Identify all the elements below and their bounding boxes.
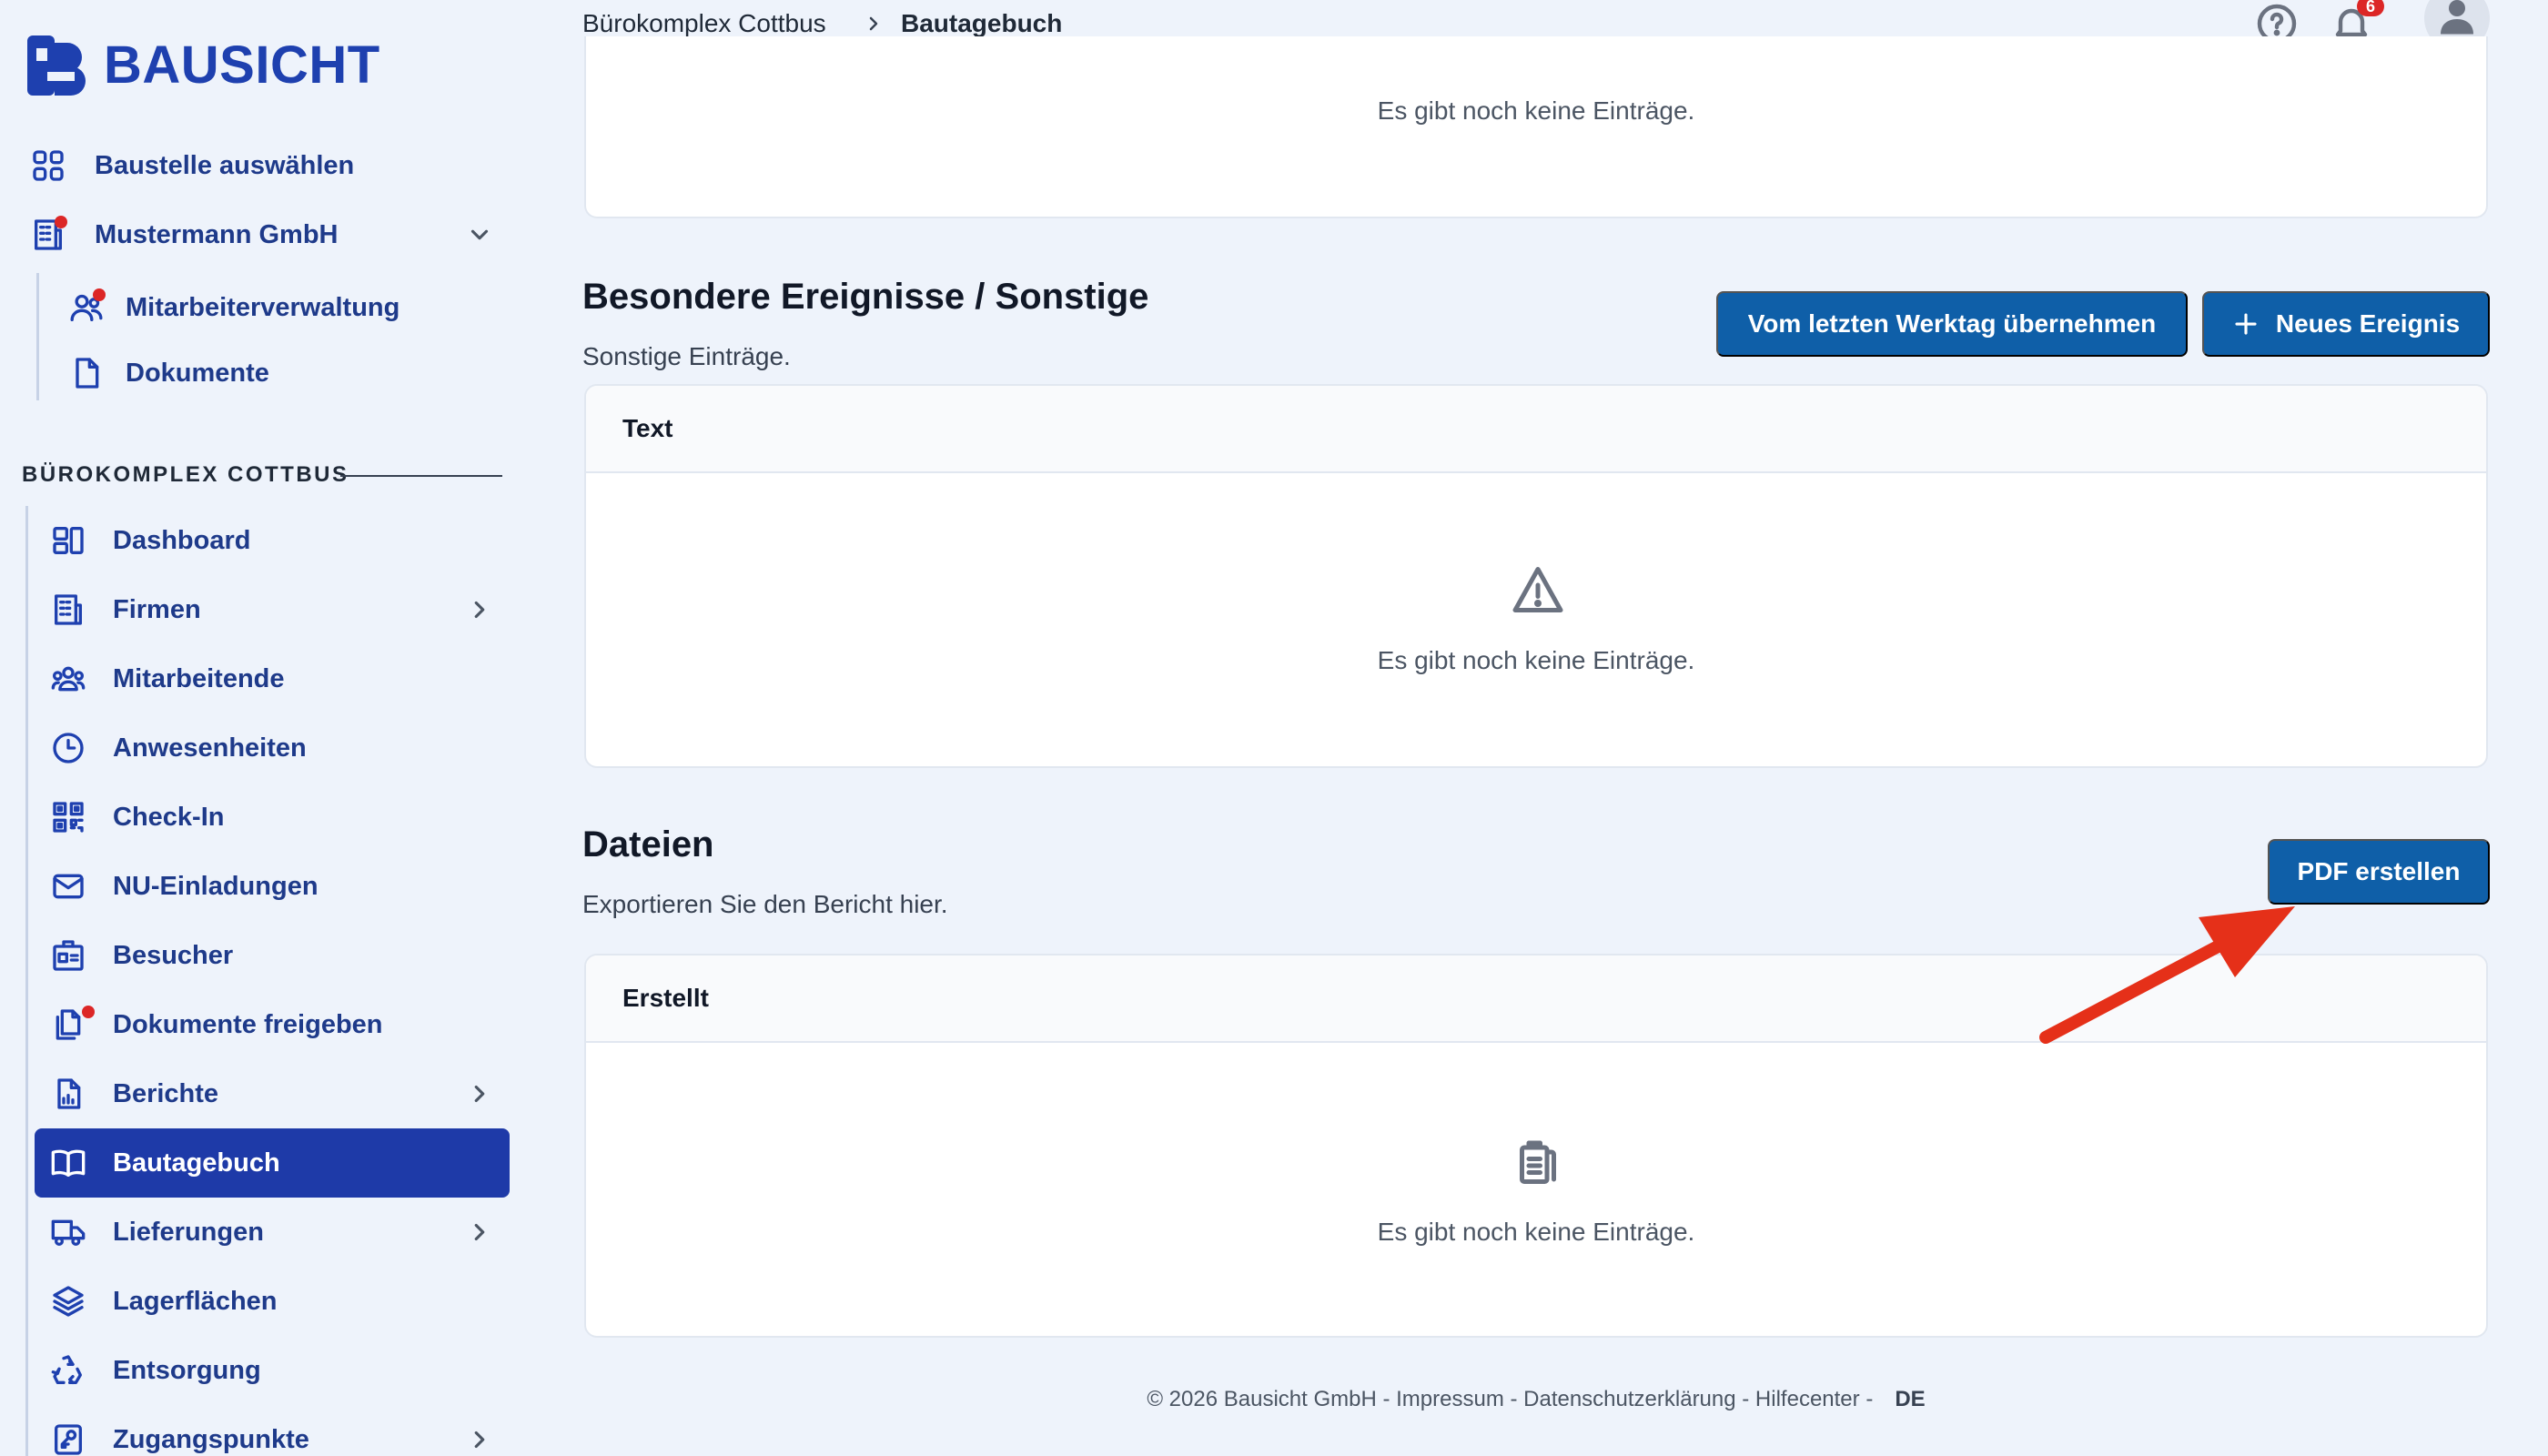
chevron-right-icon[interactable]: [466, 1080, 493, 1107]
events-section-title: Besondere Ereignisse / Sonstige: [582, 277, 1149, 317]
chevron-right-icon[interactable]: [466, 1426, 493, 1453]
report-icon: [47, 1073, 89, 1115]
book-icon: [47, 1142, 89, 1184]
building-icon: [27, 214, 69, 256]
sidebar-item-lagerflaechen[interactable]: Lagerflächen: [47, 1274, 502, 1329]
team-icon: [47, 658, 89, 700]
id-card-icon: [47, 935, 89, 976]
users-icon: [66, 287, 107, 329]
breadcrumb-parent[interactable]: Bürokomplex Cottbus: [582, 9, 826, 38]
files-section-description: Exportieren Sie den Bericht hier.: [582, 890, 948, 918]
clock-icon: [47, 727, 89, 769]
files-section-title: Dateien: [582, 824, 714, 864]
key-icon: [47, 1419, 89, 1456]
notification-dot: [82, 1006, 95, 1018]
brand-logo[interactable]: BAUSICHT: [27, 35, 380, 96]
empty-state-text: Es gibt noch keine Einträge.: [1377, 646, 1695, 674]
sidebar-item-label: Lieferungen: [113, 1217, 264, 1247]
submenu-line: [36, 273, 39, 400]
create-pdf-button[interactable]: PDF erstellen: [2268, 839, 2490, 905]
new-event-button[interactable]: Neues Ereignis: [2202, 291, 2490, 357]
chevron-down-icon[interactable]: [466, 221, 493, 248]
sidebar-item-label: Entsorgung: [113, 1355, 261, 1385]
truck-icon: [47, 1211, 89, 1253]
sidebar-item-besucher[interactable]: Besucher: [47, 928, 502, 983]
sidebar-item-berichte[interactable]: Berichte: [47, 1067, 502, 1121]
nav-group-line: [25, 506, 28, 1456]
documents-icon: [47, 1004, 95, 1046]
sidebar-item-label: Baustelle auswählen: [95, 150, 355, 180]
section-divider: [340, 475, 502, 477]
footer-links[interactable]: © 2026 Bausicht GmbH - Impressum - Daten…: [1147, 1387, 1873, 1411]
chevron-right-icon[interactable]: [466, 596, 493, 623]
user-icon: [2441, 0, 2473, 35]
sidebar-item-label: Firmen: [113, 594, 201, 624]
sidebar-item-label: Mitarbeitende: [113, 663, 285, 693]
previous-section-card: Es gibt noch keine Einträge.: [584, 36, 2488, 218]
sidebar-item-mitarbeitende[interactable]: Mitarbeitende: [47, 652, 502, 706]
sidebar-item-firmen[interactable]: Firmen: [47, 582, 502, 637]
layers-icon: [47, 1280, 89, 1322]
sidebar-item-lieferungen[interactable]: Lieferungen: [47, 1205, 502, 1259]
chevron-right-icon[interactable]: [466, 1218, 493, 1246]
language-switch[interactable]: DE: [1895, 1387, 1925, 1411]
brand-name: BAUSICHT: [104, 35, 380, 95]
empty-state-text: Es gibt noch keine Einträge.: [1377, 96, 1695, 125]
sidebar-item-select-site[interactable]: Baustelle auswählen: [27, 138, 354, 193]
column-header-text[interactable]: Text: [586, 386, 2486, 473]
dashboard-icon: [47, 520, 89, 561]
clipboard-icon: [1511, 1134, 1565, 1188]
empty-state-text: Es gibt noch keine Einträge.: [1377, 1218, 1695, 1246]
notification-dot: [93, 288, 106, 301]
plus-icon: [2235, 313, 2257, 335]
sidebar-item-label: Dashboard: [113, 525, 251, 555]
sidebar-item-label: Check-In: [113, 802, 225, 832]
bausicht-logo-icon: [27, 35, 86, 96]
sidebar-item-company[interactable]: Mustermann GmbH: [27, 207, 500, 262]
sidebar-item-zugangspunkte[interactable]: Zugangspunkte: [47, 1412, 502, 1456]
qr-code-icon: [47, 796, 89, 838]
sidebar-item-anwesenheiten[interactable]: Anwesenheiten: [47, 721, 502, 775]
mail-icon: [47, 865, 89, 907]
events-table: Text Es gibt noch keine Einträge.: [584, 384, 2488, 768]
sidebar-item-documents[interactable]: Dokumente: [66, 346, 269, 400]
warning-icon: [1511, 562, 1565, 617]
footer: © 2026 Bausicht GmbH - Impressum - Daten…: [582, 1387, 2490, 1412]
sidebar-item-employee-management[interactable]: Mitarbeiterverwaltung: [66, 280, 399, 335]
sidebar-item-label: Besucher: [113, 940, 234, 970]
notification-badge: 6: [2357, 0, 2384, 16]
sidebar-item-bautagebuch[interactable]: Bautagebuch: [47, 1136, 502, 1190]
sidebar-item-label: Zugangspunkte: [113, 1424, 309, 1454]
sidebar-item-label: Dokumente freigeben: [113, 1009, 383, 1039]
building-icon: [47, 589, 89, 631]
sidebar-item-entsorgung[interactable]: Entsorgung: [47, 1343, 502, 1398]
sidebar-item-label: Lagerflächen: [113, 1286, 278, 1316]
new-event-button-label: Neues Ereignis: [2275, 309, 2461, 338]
notification-dot: [55, 216, 67, 228]
sidebar-item-label: Mustermann GmbH: [95, 219, 339, 249]
sidebar-item-nu-einladungen[interactable]: NU-Einladungen: [47, 859, 502, 914]
sidebar-item-check-in[interactable]: Check-In: [47, 790, 502, 844]
sidebar: BAUSICHT Baustelle auswählen Mustermann …: [0, 0, 546, 1456]
events-section-description: Sonstige Einträge.: [582, 342, 791, 370]
sidebar-item-label: Anwesenheiten: [113, 733, 307, 763]
annotation-arrow-icon: [2039, 906, 2295, 1044]
chevron-right-icon: [863, 13, 885, 35]
sidebar-item-dokumente-freigeben[interactable]: Dokumente freigeben: [47, 997, 502, 1052]
sidebar-item-dashboard[interactable]: Dashboard: [47, 513, 502, 568]
breadcrumb-current: Bautagebuch: [901, 9, 1063, 37]
grid-icon: [27, 145, 69, 187]
site-section-title: BÜROKOMPLEX COTTBUS: [22, 462, 349, 487]
sidebar-item-label: Bautagebuch: [113, 1148, 280, 1178]
sidebar-item-label: Berichte: [113, 1078, 219, 1108]
document-icon: [66, 352, 107, 394]
copy-from-last-workday-button[interactable]: Vom letzten Werktag übernehmen: [1716, 291, 2188, 357]
sidebar-item-label: Mitarbeiterverwaltung: [126, 292, 400, 322]
recycle-icon: [47, 1350, 89, 1391]
sidebar-item-label: NU-Einladungen: [113, 871, 318, 901]
sidebar-item-label: Dokumente: [126, 358, 269, 388]
